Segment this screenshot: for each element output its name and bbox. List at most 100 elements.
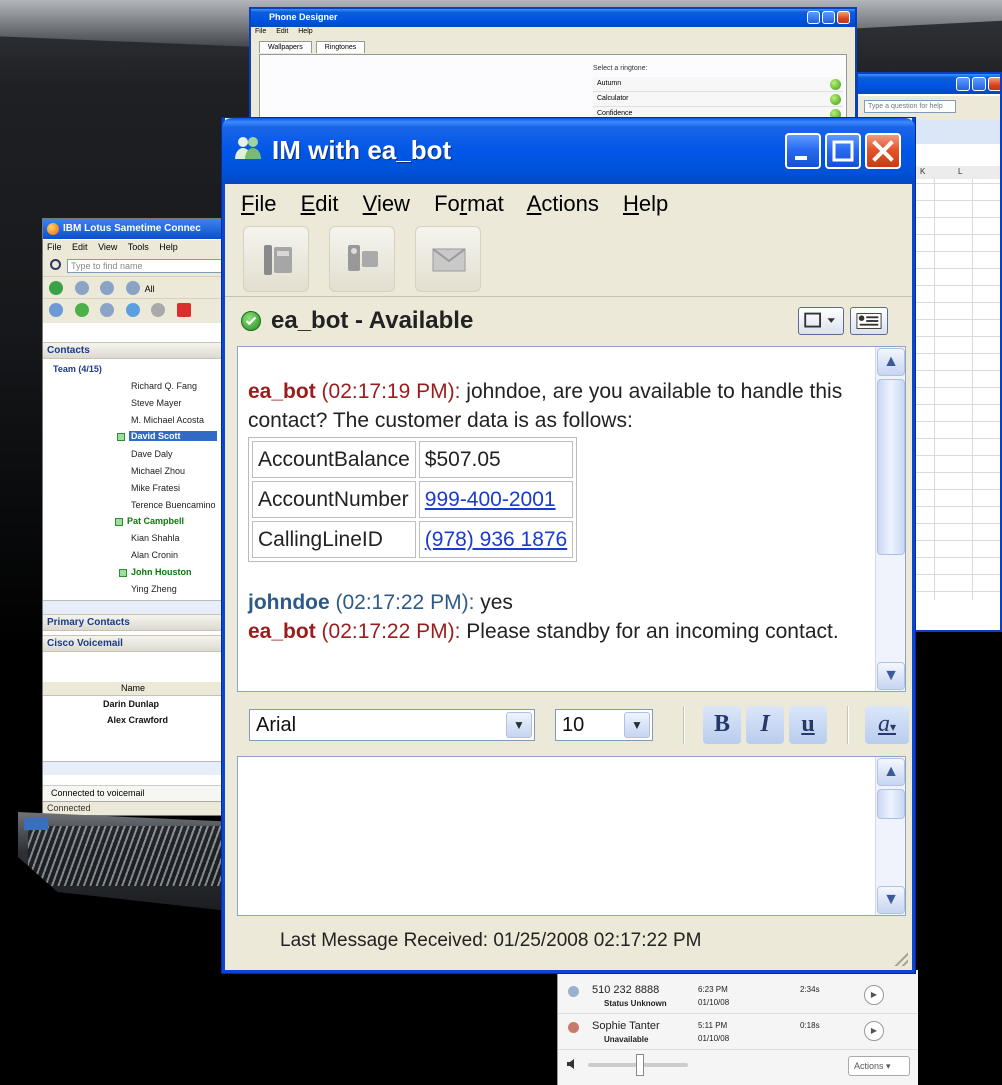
transcript-scrollbar[interactable]: ▲ ▼ [875,347,905,691]
contact-item[interactable]: M. Michael Acosta [131,415,204,425]
filter-icon[interactable] [125,281,140,295]
minimize-button[interactable] [785,133,821,169]
menu-file[interactable]: File [255,28,266,35]
filter-label[interactable]: All [145,284,155,294]
play-icon[interactable] [830,79,841,90]
message-compose-input[interactable]: ▲ ▼ [237,756,906,916]
contact-item-selected[interactable]: David Scott [117,431,217,441]
chevron-down-icon[interactable]: ▼ [624,712,650,738]
chevron-down-icon[interactable]: ▼ [506,712,532,738]
sametime-titlebar[interactable]: IBM Lotus Sametime Connec [43,219,223,239]
im-titlebar[interactable]: IM with ea_bot [222,118,915,184]
find-name-input[interactable]: Type to find name [67,259,223,273]
tab-wallpapers[interactable]: Wallpapers [259,41,312,53]
vm-row[interactable]: Alex Crawford [107,715,168,725]
call-log-row[interactable]: 510 232 8888 Status Unknown 6:23 PM 01/1… [558,978,918,1014]
contact-item[interactable]: Dave Daly [131,449,173,459]
close-button[interactable] [837,11,850,24]
calling-line-id-link[interactable]: (978) 936 1876 [425,528,567,551]
minimize-button[interactable] [807,11,820,24]
spreadsheet-titlebar[interactable] [858,74,1000,94]
bold-button[interactable]: B [703,706,741,744]
column-header[interactable]: K [920,167,925,176]
video-button[interactable] [329,226,395,292]
contact-item[interactable]: Mike Fratesi [131,483,180,493]
bookmark-icon[interactable] [176,303,191,317]
search-people-icon[interactable] [74,281,89,295]
column-header[interactable]: L [958,167,962,176]
menu-tools[interactable]: Tools [128,242,149,252]
call-log-row[interactable]: Sophie Tanter Unavailable 5:11 PM 01/10/… [558,1014,918,1050]
maximize-button[interactable] [972,77,986,91]
resize-grip[interactable] [892,950,908,966]
contact-item[interactable]: Pat Campbell [115,516,184,526]
menu-edit[interactable]: Edit [301,191,339,216]
menu-help[interactable]: Help [623,191,668,216]
menu-edit[interactable]: Edit [276,28,288,35]
speaker-icon[interactable] [566,1058,578,1070]
attach-icon[interactable] [100,303,115,317]
text-color-button[interactable]: a▾ [865,706,909,744]
scroll-up-button[interactable]: ▲ [877,348,905,376]
font-family-select[interactable]: Arial ▼ [249,709,535,741]
volume-slider-knob[interactable] [636,1054,644,1076]
contact-card-button[interactable] [850,307,888,335]
contact-item[interactable]: Alan Cronin [131,550,178,560]
account-number-link[interactable]: 999-400-2001 [425,488,556,511]
underline-button[interactable]: u [789,706,827,744]
voicemail-header[interactable]: Cisco Voicemail [43,635,223,652]
menu-view[interactable]: View [98,242,117,252]
vm-name-column[interactable]: Name [43,682,223,696]
minimize-button[interactable] [956,77,970,91]
call-button[interactable] [243,226,309,292]
italic-button[interactable]: I [746,706,784,744]
contact-item[interactable]: Richard Q. Fang [131,381,197,391]
menu-actions[interactable]: Actions [527,191,599,216]
menu-help[interactable]: Help [298,28,312,35]
actions-button[interactable]: Actions ▾ [848,1056,910,1076]
menu-file[interactable]: File [241,191,276,216]
contact-item[interactable]: Steve Mayer [131,398,182,408]
scroll-down-button[interactable]: ▼ [877,662,905,690]
scroll-down-button[interactable]: ▼ [877,886,905,914]
contact-item[interactable]: John Houston [119,567,192,577]
softphone-call-log[interactable]: 510 232 8888 Status Unknown 6:23 PM 01/1… [557,970,918,1085]
menu-file[interactable]: File [47,242,62,252]
contact-item[interactable]: Michael Zhou [131,466,185,476]
contact-item[interactable]: Kian Shahla [131,533,180,543]
contacts-header[interactable]: Contacts [43,342,223,359]
search-group-icon[interactable] [100,281,115,295]
broadcast-icon[interactable] [125,303,140,317]
call-icon[interactable] [74,303,89,317]
im-window[interactable]: IM with ea_bot File Edit View Format Act… [222,118,915,973]
horizontal-scrollbar[interactable] [43,600,223,614]
vm-horizontal-scrollbar[interactable] [43,761,223,775]
team-group[interactable]: Team (4/15) [53,364,102,374]
maximize-button[interactable] [825,133,861,169]
contact-item[interactable]: Terence Buencamino [131,500,216,510]
status-icon[interactable] [49,281,63,295]
email-button[interactable] [415,226,481,292]
vm-row[interactable]: Darin Dunlap [103,699,159,709]
meeting-icon[interactable] [151,303,166,317]
play-icon[interactable] [830,94,841,105]
maximize-button[interactable] [822,11,835,24]
chat-icon[interactable] [49,303,63,317]
menu-edit[interactable]: Edit [72,242,88,252]
tab-ringtones[interactable]: Ringtones [315,41,366,53]
help-search-input[interactable]: Type a question for help [864,100,956,113]
close-button[interactable] [988,77,1000,91]
scroll-up-button[interactable]: ▲ [877,758,905,786]
view-options-button[interactable] [798,307,844,335]
font-size-select[interactable]: 10 ▼ [555,709,653,741]
sametime-window[interactable]: IBM Lotus Sametime Connec File Edit View… [42,218,224,816]
compose-scrollbar[interactable]: ▲ ▼ [875,757,905,915]
ringtone-item[interactable]: Autumn [593,77,843,92]
close-button[interactable] [865,133,901,169]
menu-format[interactable]: Format [434,191,504,216]
phone-designer-titlebar[interactable]: Phone Designer [251,9,855,27]
primary-contacts-header[interactable]: Primary Contacts [43,614,223,631]
ringtone-item[interactable]: Calculator [593,92,843,107]
play-icon[interactable]: ▶ [864,985,884,1005]
menu-view[interactable]: View [363,191,410,216]
